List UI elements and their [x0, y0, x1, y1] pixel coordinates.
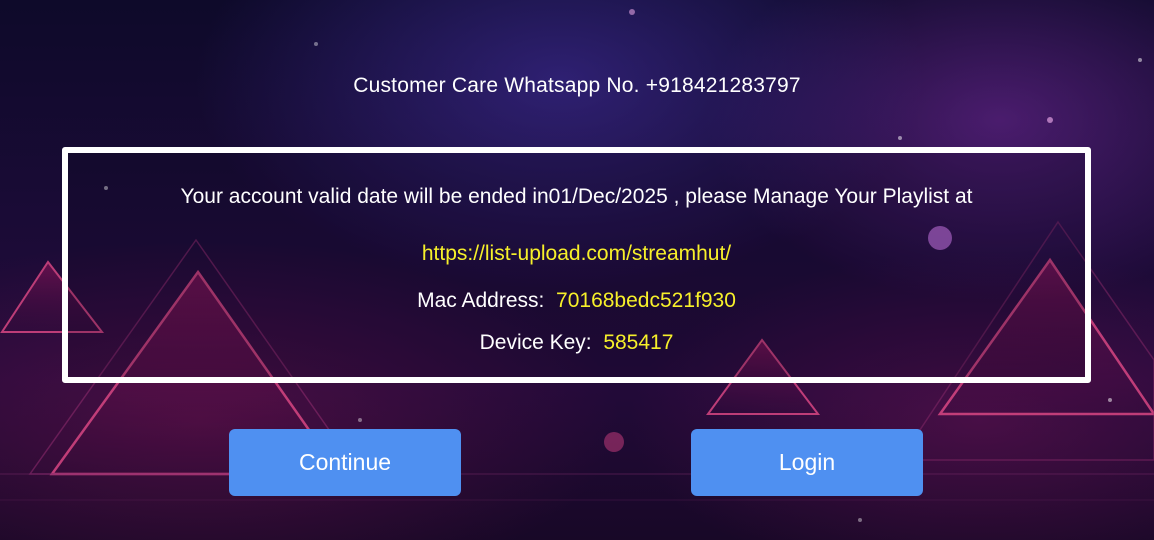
mac-address-row: Mac Address: 70168bedc521f930 [68, 289, 1085, 313]
playlist-url-link[interactable]: https://list-upload.com/streamhut/ [68, 242, 1085, 266]
account-notice-panel: Your account valid date will be ended in… [62, 147, 1091, 383]
account-expiry-message: Your account valid date will be ended in… [180, 185, 973, 208]
device-key-label: Device Key: [479, 331, 592, 354]
mac-address-label: Mac Address: [417, 289, 545, 312]
continue-button[interactable]: Continue [229, 429, 461, 496]
customer-care-text: Customer Care Whatsapp No. +918421283797 [353, 74, 801, 97]
device-key-row: Device Key: 585417 [68, 331, 1085, 355]
device-key-value: 585417 [603, 331, 674, 354]
login-button[interactable]: Login [691, 429, 923, 496]
mac-address-value: 70168bedc521f930 [556, 289, 736, 312]
